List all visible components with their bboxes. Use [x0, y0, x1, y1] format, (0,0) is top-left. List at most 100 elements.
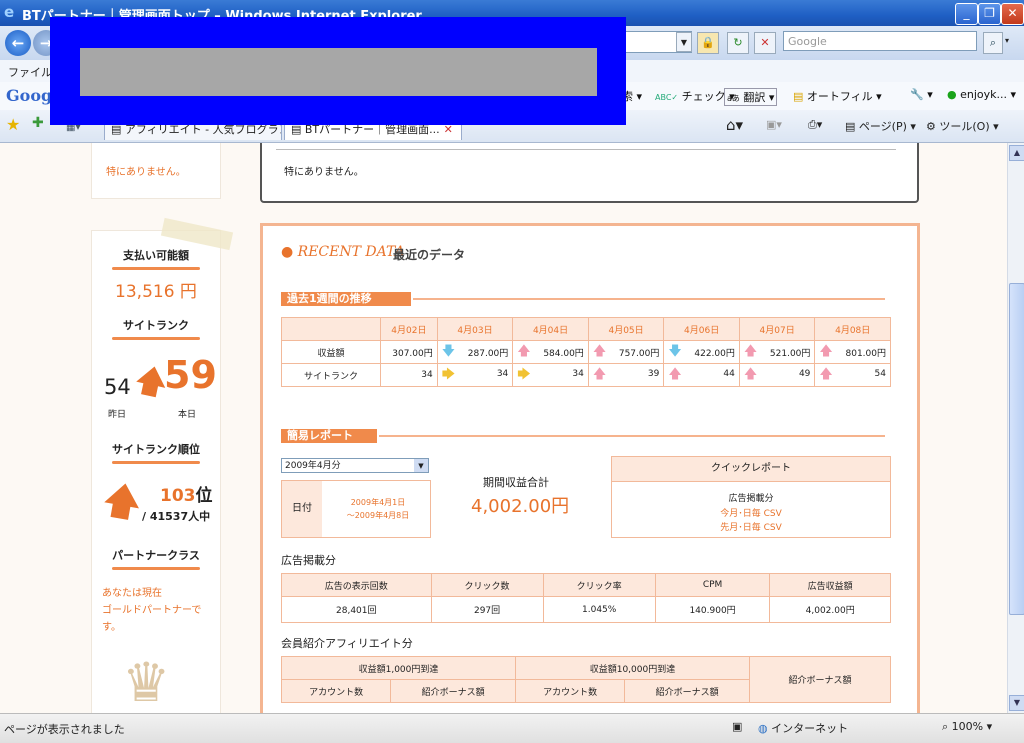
table-row: 広告の表示回数 クリック数 クリック率 CPM 広告収益額	[281, 573, 891, 597]
ie-logo-icon: e	[4, 3, 15, 21]
ad-header: 広告の表示回数	[281, 573, 432, 597]
table-row: 収益額1,000円到達 収益額10,000円到達 紹介ボーナス額	[281, 656, 891, 703]
rank-cell: 🡆 34	[512, 363, 589, 387]
zone-indicator: ◍ インターネット	[758, 722, 849, 735]
add-favorites-icon[interactable]: ✚	[32, 115, 44, 131]
zoom-icon: ⌕	[942, 720, 949, 733]
rank-order-total: / 41537人中	[142, 510, 211, 523]
aff-subheader: 紹介ボーナス額	[390, 679, 516, 703]
revenue-cell: 🡅 757.00円	[587, 340, 665, 364]
ad-header: クリック数	[430, 573, 544, 597]
quick-report-last-month-link[interactable]: 先月･日毎 CSV	[612, 520, 890, 533]
search-input[interactable]: Google	[783, 31, 977, 51]
tape-decoration	[160, 217, 234, 251]
search-icon[interactable]: ⌕	[983, 32, 1003, 54]
page-menu[interactable]: ▤ ページ(P) ▾	[845, 118, 916, 134]
lock-icon[interactable]: 🔒	[697, 32, 719, 54]
trend-up-icon: 🡅	[517, 343, 531, 359]
status-dot-icon: ●	[947, 88, 957, 101]
gbar-item-translate[interactable]: aあ 翻訳 ▾	[724, 88, 778, 106]
ad-table: 広告の表示回数 クリック数 クリック率 CPM 広告収益額 28,401回 29…	[281, 573, 891, 623]
trend-up-icon: 🡅	[819, 343, 833, 359]
recent-data-panel: ● RECENT DATA 最近のデータ 過去1週間の推移 4月02日 4月03…	[260, 223, 920, 713]
minimize-button[interactable]: _	[955, 3, 978, 25]
cell-value: 34	[496, 369, 509, 379]
ad-value: 1.045%	[542, 596, 656, 623]
rank-cell: 🡅 54	[814, 363, 891, 387]
quick-report-this-month-link[interactable]: 今月･日毎 CSV	[612, 506, 890, 519]
order-up-arrow-icon: 🡅	[99, 476, 146, 527]
total-value: 4,002.00円	[471, 496, 570, 517]
aff-header: 紹介ボーナス額	[749, 656, 891, 703]
autofill-icon: ▤	[793, 90, 804, 103]
partner-class-text: あなたは現在 ゴールドパートナーで す。	[102, 588, 202, 633]
date-header: 4月05日	[587, 317, 665, 341]
revenue-cell: 🡅 584.00円	[512, 340, 589, 364]
rank-cell: 34	[380, 363, 438, 387]
url-dropdown-icon[interactable]: ▼	[676, 32, 692, 52]
aff-subheader: アカウント数	[514, 679, 626, 703]
divider	[112, 461, 200, 464]
quick-report-sub: 広告掲載分	[728, 494, 774, 504]
ad-value: 4,002.00円	[769, 596, 891, 623]
redaction-inner	[80, 48, 597, 96]
row-label: 収益額	[281, 340, 381, 364]
translate-icon: aあ	[727, 94, 740, 103]
revenue-cell: 🡇 422.00円	[663, 340, 740, 364]
crown-icon: ♛	[122, 651, 171, 713]
trend-up-icon: 🡅	[743, 343, 758, 359]
total-label: 期間収益合計	[483, 476, 549, 489]
scroll-up-icon[interactable]: ▲	[1009, 145, 1024, 161]
trend-flat-icon: 🡆	[441, 367, 456, 382]
scroll-down-icon[interactable]: ▼	[1009, 695, 1024, 711]
revenue-cell: 307.00円	[380, 340, 438, 364]
divider	[379, 435, 885, 437]
rank-cell: 🡆 34	[436, 363, 514, 387]
tools-menu[interactable]: ⚙ ツール(O) ▾	[926, 118, 999, 134]
recent-data-title: 最近のデータ	[393, 248, 466, 262]
cell-value: 757.00円	[618, 348, 660, 359]
revenue-cell: 🡅 521.00円	[738, 340, 816, 364]
rank-cell: 🡅 44	[663, 363, 740, 387]
aff-header: 収益額1,000円到達	[281, 656, 516, 680]
ad-header: クリック率	[542, 573, 656, 597]
ad-section-title: 広告掲載分	[281, 554, 336, 567]
favorites-star-icon[interactable]: ★	[6, 115, 20, 134]
search-options-icon[interactable]: ▾	[1005, 36, 1009, 45]
maximize-button[interactable]: ❐	[978, 3, 1001, 25]
close-button[interactable]: ✕	[1001, 3, 1024, 25]
stop-icon[interactable]: ✕	[754, 32, 776, 54]
ad-header: 広告収益額	[769, 573, 891, 597]
date-header: 4月02日	[380, 317, 438, 341]
rank-label: サイトランク	[123, 319, 189, 332]
date-header: 4月08日	[814, 317, 891, 341]
protected-mode-icon: ▣	[732, 720, 743, 733]
back-button[interactable]: ←	[5, 30, 31, 56]
settings-wrench-icon[interactable]: 🔧 ▾	[910, 88, 933, 101]
trend-down-icon: 🡇	[441, 343, 456, 359]
left-status-card: 支払い可能額 13,516 円 サイトランク 54 🡅 59 昨日 本日 サイト…	[92, 217, 234, 713]
gbar-item-check[interactable]: ABC✓ チェック ▾	[655, 88, 735, 104]
partner-class-label: パートナークラス	[112, 549, 200, 562]
vertical-scrollbar[interactable]: ▲ ▼	[1007, 143, 1024, 713]
divider	[413, 298, 885, 300]
home-icon[interactable]: ⌂▾	[726, 116, 743, 134]
refresh-icon[interactable]: ↻	[727, 32, 749, 54]
feeds-icon[interactable]: ▣▾	[766, 118, 782, 131]
revenue-cell: 🡇 287.00円	[436, 340, 514, 364]
print-icon[interactable]: ⎙▾	[808, 118, 822, 132]
status-text: ページが表示されました	[4, 723, 125, 736]
gbar-item-autofill[interactable]: ▤ オートフィル ▾	[793, 88, 882, 104]
cell-value: 287.00円	[467, 348, 509, 359]
rank-order-value: 103位	[160, 486, 213, 506]
left-notice-card: 特にありません。	[92, 143, 220, 198]
month-select[interactable]: 2009年4月分 ▼	[281, 458, 429, 473]
scroll-thumb[interactable]	[1009, 283, 1024, 615]
chevron-down-icon[interactable]: ▼	[414, 459, 428, 472]
zoom-control[interactable]: ⌕ 100% ▾	[942, 720, 992, 734]
cell-value: 49	[798, 369, 811, 379]
divider	[276, 149, 896, 150]
trend-down-icon: 🡇	[668, 343, 682, 359]
yesterday-label: 昨日	[108, 410, 127, 420]
gbar-item-account[interactable]: ● enjoyk... ▾	[947, 88, 1016, 101]
